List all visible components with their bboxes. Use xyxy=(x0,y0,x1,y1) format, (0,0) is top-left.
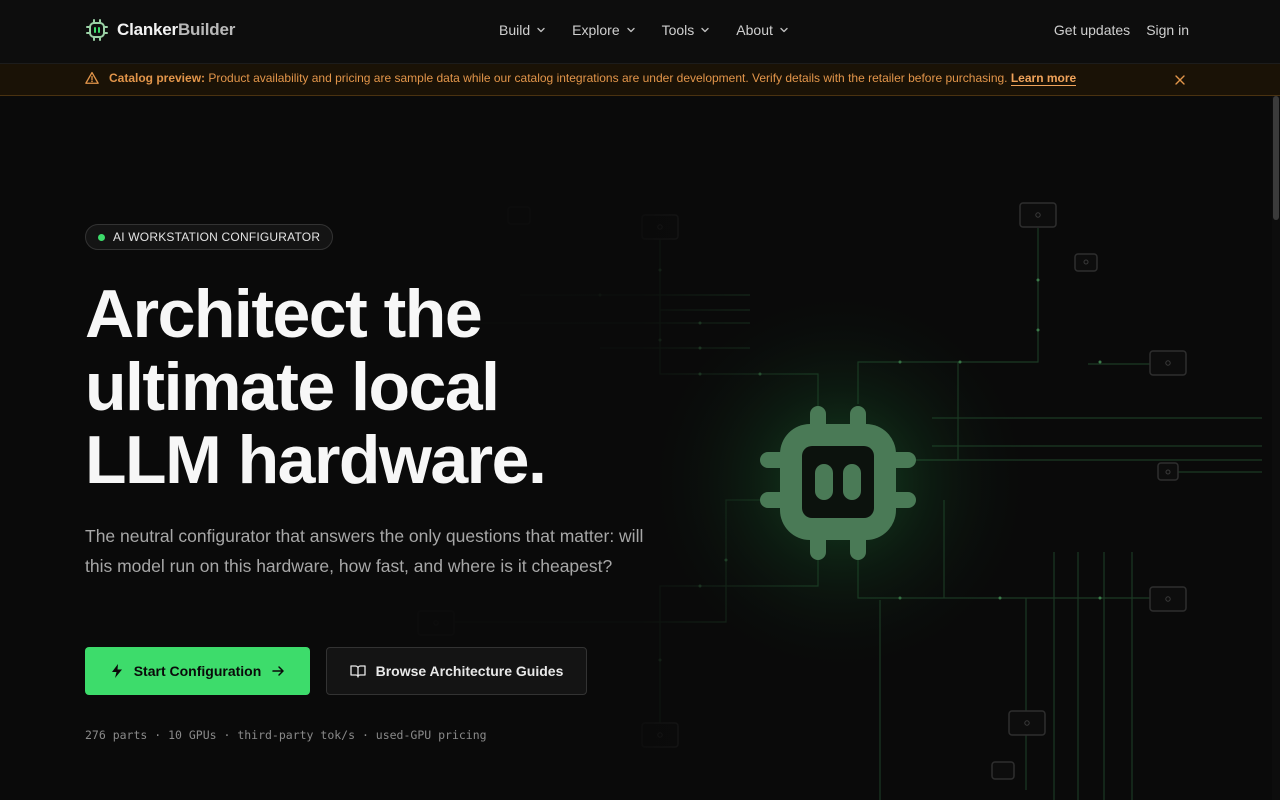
hero-subtitle: The neutral configurator that answers th… xyxy=(85,526,644,576)
hero-badge: AI WORKSTATION CONFIGURATOR xyxy=(85,224,334,250)
hero-badge-label: AI WORKSTATION CONFIGURATOR xyxy=(113,230,321,244)
get-updates-link[interactable]: Get updates xyxy=(1054,22,1130,38)
lightning-bolt-icon xyxy=(111,664,122,678)
menu-build[interactable]: Build xyxy=(499,22,546,38)
nav-actions: Get updates Sign in xyxy=(1054,22,1189,38)
headline-line-3: LLM hardware. xyxy=(85,422,547,498)
headline-line-2: ultimate local xyxy=(85,349,500,425)
open-book-icon xyxy=(349,665,366,678)
banner-content: Catalog preview: Product availability an… xyxy=(85,71,1077,86)
menu-tools-label: Tools xyxy=(661,22,695,38)
arrow-right-icon xyxy=(272,666,285,676)
chip-robot-icon xyxy=(86,19,108,41)
menu-about[interactable]: About xyxy=(736,22,789,38)
menu-build-label: Build xyxy=(499,22,531,38)
main-menu: Build Explore Tools About xyxy=(499,22,789,38)
menu-about-label: About xyxy=(736,22,773,38)
logo-link[interactable]: ClankerBuilder xyxy=(85,18,235,42)
banner-text: Catalog preview: Product availability an… xyxy=(109,71,1077,86)
close-icon[interactable] xyxy=(1172,72,1188,88)
chevron-down-icon xyxy=(626,27,635,33)
hero-headline: Architect the ultimate local LLM hardwar… xyxy=(85,278,665,497)
chevron-down-icon xyxy=(780,27,788,33)
start-configuration-label: Start Configuration xyxy=(133,663,262,679)
menu-tools[interactable]: Tools xyxy=(662,22,711,38)
catalog-preview-banner: Catalog preview: Product availability an… xyxy=(0,64,1280,96)
menu-explore[interactable]: Explore xyxy=(572,22,635,38)
banner-message: Product availability and pricing are sam… xyxy=(208,71,1008,85)
banner-title: Catalog preview: xyxy=(109,71,206,85)
chevron-down-icon xyxy=(701,27,709,33)
status-dot xyxy=(98,233,105,241)
headline-line-1: Architect the xyxy=(85,276,483,352)
top-navbar: ClankerBuilder Build Explore Tools About… xyxy=(0,0,1280,64)
brand-name: ClankerBuilder xyxy=(117,20,236,39)
sign-in-link[interactable]: Sign in xyxy=(1146,22,1189,38)
scrollbar-thumb[interactable] xyxy=(1273,96,1279,220)
start-configuration-button[interactable]: Start Configuration xyxy=(85,647,310,695)
chevron-down-icon xyxy=(537,27,545,33)
chip-robot-hero-icon xyxy=(760,406,916,560)
hero-stats: 276 parts · 10 GPUs · third-party tok/s … xyxy=(85,728,487,742)
learn-more-link[interactable]: Learn more xyxy=(1010,71,1077,86)
menu-explore-label: Explore xyxy=(572,22,620,38)
browse-guides-label: Browse Architecture Guides xyxy=(375,663,564,679)
warning-triangle-icon xyxy=(85,71,99,84)
browse-guides-button[interactable]: Browse Architecture Guides xyxy=(326,647,587,695)
